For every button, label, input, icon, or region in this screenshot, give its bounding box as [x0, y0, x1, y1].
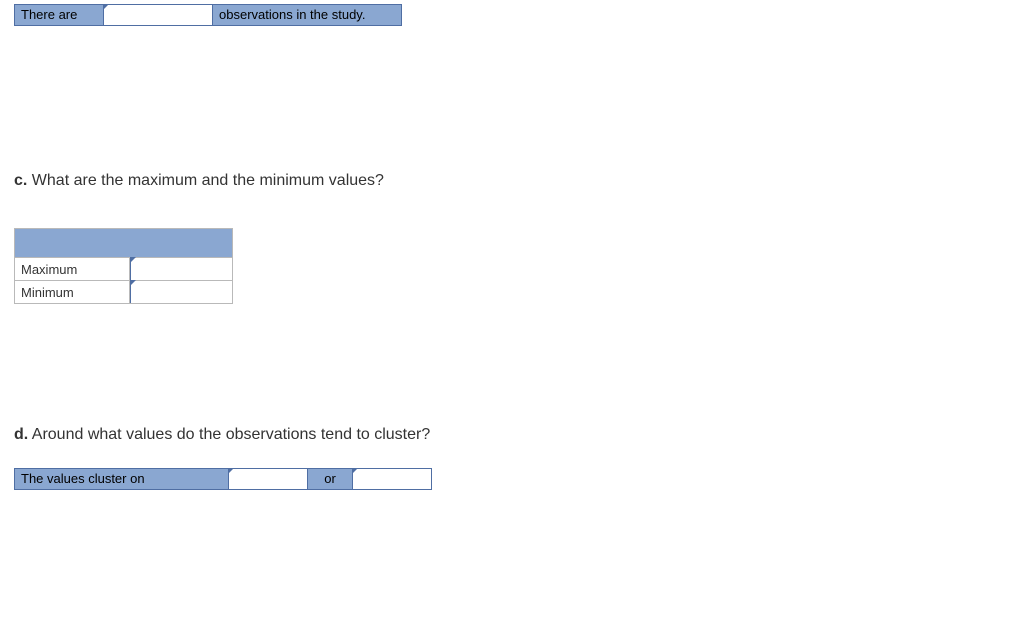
question-c: c. What are the maximum and the minimum …	[14, 172, 384, 190]
cluster-row: The values cluster on or	[14, 468, 432, 490]
maxmin-input-minimum[interactable]	[131, 281, 230, 303]
observations-suffix-cell: observations in the study.	[212, 4, 402, 26]
maxmin-label-maximum: Maximum	[15, 258, 130, 280]
question-d-letter: d.	[14, 426, 28, 443]
maxmin-row-minimum: Minimum	[15, 280, 232, 303]
observations-prefix: There are	[21, 5, 77, 25]
maxmin-input-wrap-maximum	[130, 258, 230, 280]
observations-suffix: observations in the study.	[219, 5, 365, 25]
question-d-text: Around what values do the observations t…	[32, 426, 430, 443]
cluster-input2-wrap	[352, 468, 432, 490]
maxmin-header	[15, 229, 232, 258]
cluster-input1[interactable]	[231, 468, 305, 490]
cluster-input1-wrap	[228, 468, 308, 490]
maxmin-table: Maximum Minimum	[14, 228, 233, 304]
maxmin-label-minimum: Minimum	[15, 281, 130, 303]
cluster-middle: or	[324, 469, 336, 489]
maxmin-input-maximum[interactable]	[131, 258, 230, 280]
cluster-prefix-cell: The values cluster on	[14, 468, 229, 490]
observations-input[interactable]	[106, 4, 210, 26]
question-c-text: What are the maximum and the minimum val…	[32, 172, 384, 189]
question-c-letter: c.	[14, 172, 27, 189]
observations-prefix-cell: There are	[14, 4, 104, 26]
cluster-input2[interactable]	[355, 468, 429, 490]
observations-row: There are observations in the study.	[14, 4, 402, 26]
question-d: d. Around what values do the observation…	[14, 426, 430, 444]
observations-input-wrap	[103, 4, 213, 26]
maxmin-input-wrap-minimum	[130, 281, 230, 303]
maxmin-row-maximum: Maximum	[15, 258, 232, 280]
cluster-middle-cell: or	[307, 468, 353, 490]
cluster-prefix: The values cluster on	[21, 469, 145, 489]
